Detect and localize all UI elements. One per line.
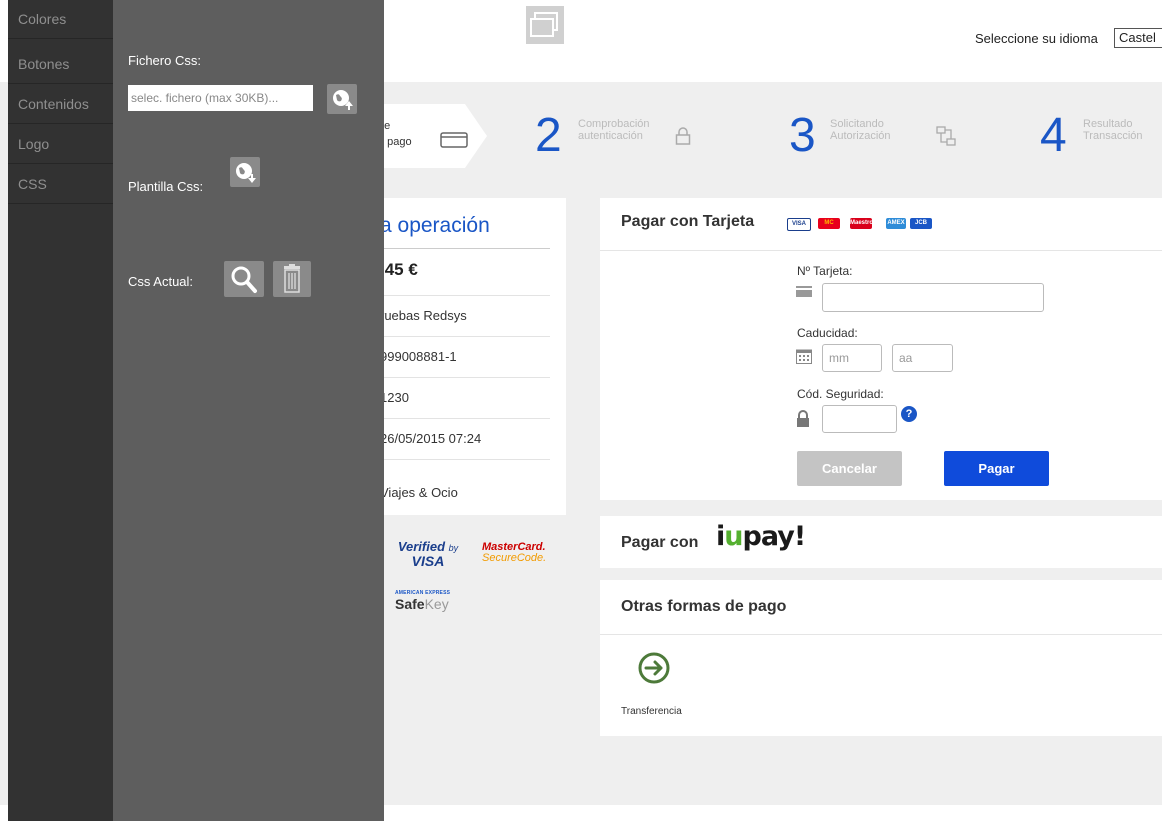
security-code-input[interactable] [822,405,897,433]
cancel-button[interactable]: Cancelar [797,451,902,486]
css-file-label: Fichero Css: [128,53,201,68]
step-2-number: 2 [535,109,562,162]
expiry-year-input[interactable] [892,344,953,372]
lock-icon [797,410,809,427]
iupay-label: Pagar con [621,534,699,551]
globe-download-icon [236,163,256,183]
amount: ,45 € [380,260,418,279]
other-payments-header: Otras formas de pago [600,580,1162,635]
transfer-arrow-icon[interactable] [637,651,671,685]
verified-by-visa-logo: Verified by VISA [397,539,459,569]
step-4-text: Resultado Transacción [1083,118,1143,142]
upload-button[interactable] [327,84,357,114]
step-3-number: 3 [789,109,816,162]
step-1-text: ne e pago [378,120,412,148]
lock-open-icon [675,127,691,145]
summary-title: a operación [380,214,490,237]
menu-item-colores[interactable]: Colores [8,0,113,39]
globe-upload-icon [333,90,353,110]
search-icon [231,266,257,293]
calendar-icon [796,349,812,364]
language-label: Seleccione su idioma [975,31,1098,46]
step-3-text: Solicitando Autorización [830,118,891,142]
view-css-button[interactable] [224,261,264,297]
style-menu: Colores Botones Contenidos Logo CSS [8,0,113,821]
step-2-text: Comprobación autenticación [578,118,650,142]
summary-row: 999008881-1 [380,336,550,378]
transfer-label[interactable]: Transferencia [621,706,682,717]
jcb-brand-icon: JCB [910,218,932,229]
amex-safekey-logo: AMERICAN EXPRESS SafeKey [395,590,451,612]
css-editor-panel: Fichero Css: Plantilla Css: Css Actual: [113,0,384,821]
other-payments-panel: Otras formas de pago Transferencia [600,580,1162,736]
delete-css-button[interactable] [273,261,311,297]
menu-item-botones[interactable]: Botones [8,45,113,84]
help-icon[interactable]: ? [901,406,917,422]
iupay-panel[interactable]: Pagar con iupay! [600,516,1162,568]
security-code-label: Cód. Seguridad: [797,387,884,401]
card-payment-panel: Pagar con Tarjeta VISA MC Maestro AMEX J… [600,198,1162,500]
current-css-label: Css Actual: [128,274,194,289]
expiry-label: Caducidad: [797,326,858,340]
amex-brand-icon: AMEX [886,218,906,229]
card-panel-header: Pagar con Tarjeta VISA MC Maestro AMEX J… [600,198,1162,251]
window-icon [526,6,564,44]
network-icon [936,126,956,146]
card-number-input[interactable] [822,283,1044,312]
download-template-button[interactable] [230,157,260,187]
menu-item-contenidos[interactable]: Contenidos [8,85,113,124]
menu-item-css[interactable]: CSS [8,165,113,204]
visa-brand-icon: VISA [787,218,811,231]
trash-icon [284,264,300,293]
card-field-icon [796,286,812,297]
css-file-input[interactable] [128,85,313,111]
step-4-number: 4 [1040,109,1067,162]
credit-card-icon [440,132,468,148]
pay-button[interactable]: Pagar [944,451,1049,486]
expiry-month-input[interactable] [822,344,882,372]
maestro-brand-icon: Maestro [850,218,873,229]
menu-item-logo[interactable]: Logo [8,125,113,164]
card-number-label: Nº Tarjeta: [797,264,853,278]
language-select[interactable]: Castel [1114,28,1162,48]
summary-row: Viajes & Ocio [380,459,550,512]
css-template-label: Plantilla Css: [128,179,204,194]
summary-row: 1230 [380,377,550,419]
iupay-logo: iupay! [716,521,806,552]
card-panel-title: Pagar con Tarjeta [621,213,755,230]
other-payments-title: Otras formas de pago [621,598,787,615]
mastercard-securecode-logo: MasterCard. SecureCode. [482,541,547,564]
summary-row: 26/05/2015 07:24 [380,418,550,460]
mastercard-brand-icon: MC [818,218,840,229]
summary-row: ruebas Redsys [380,295,550,337]
